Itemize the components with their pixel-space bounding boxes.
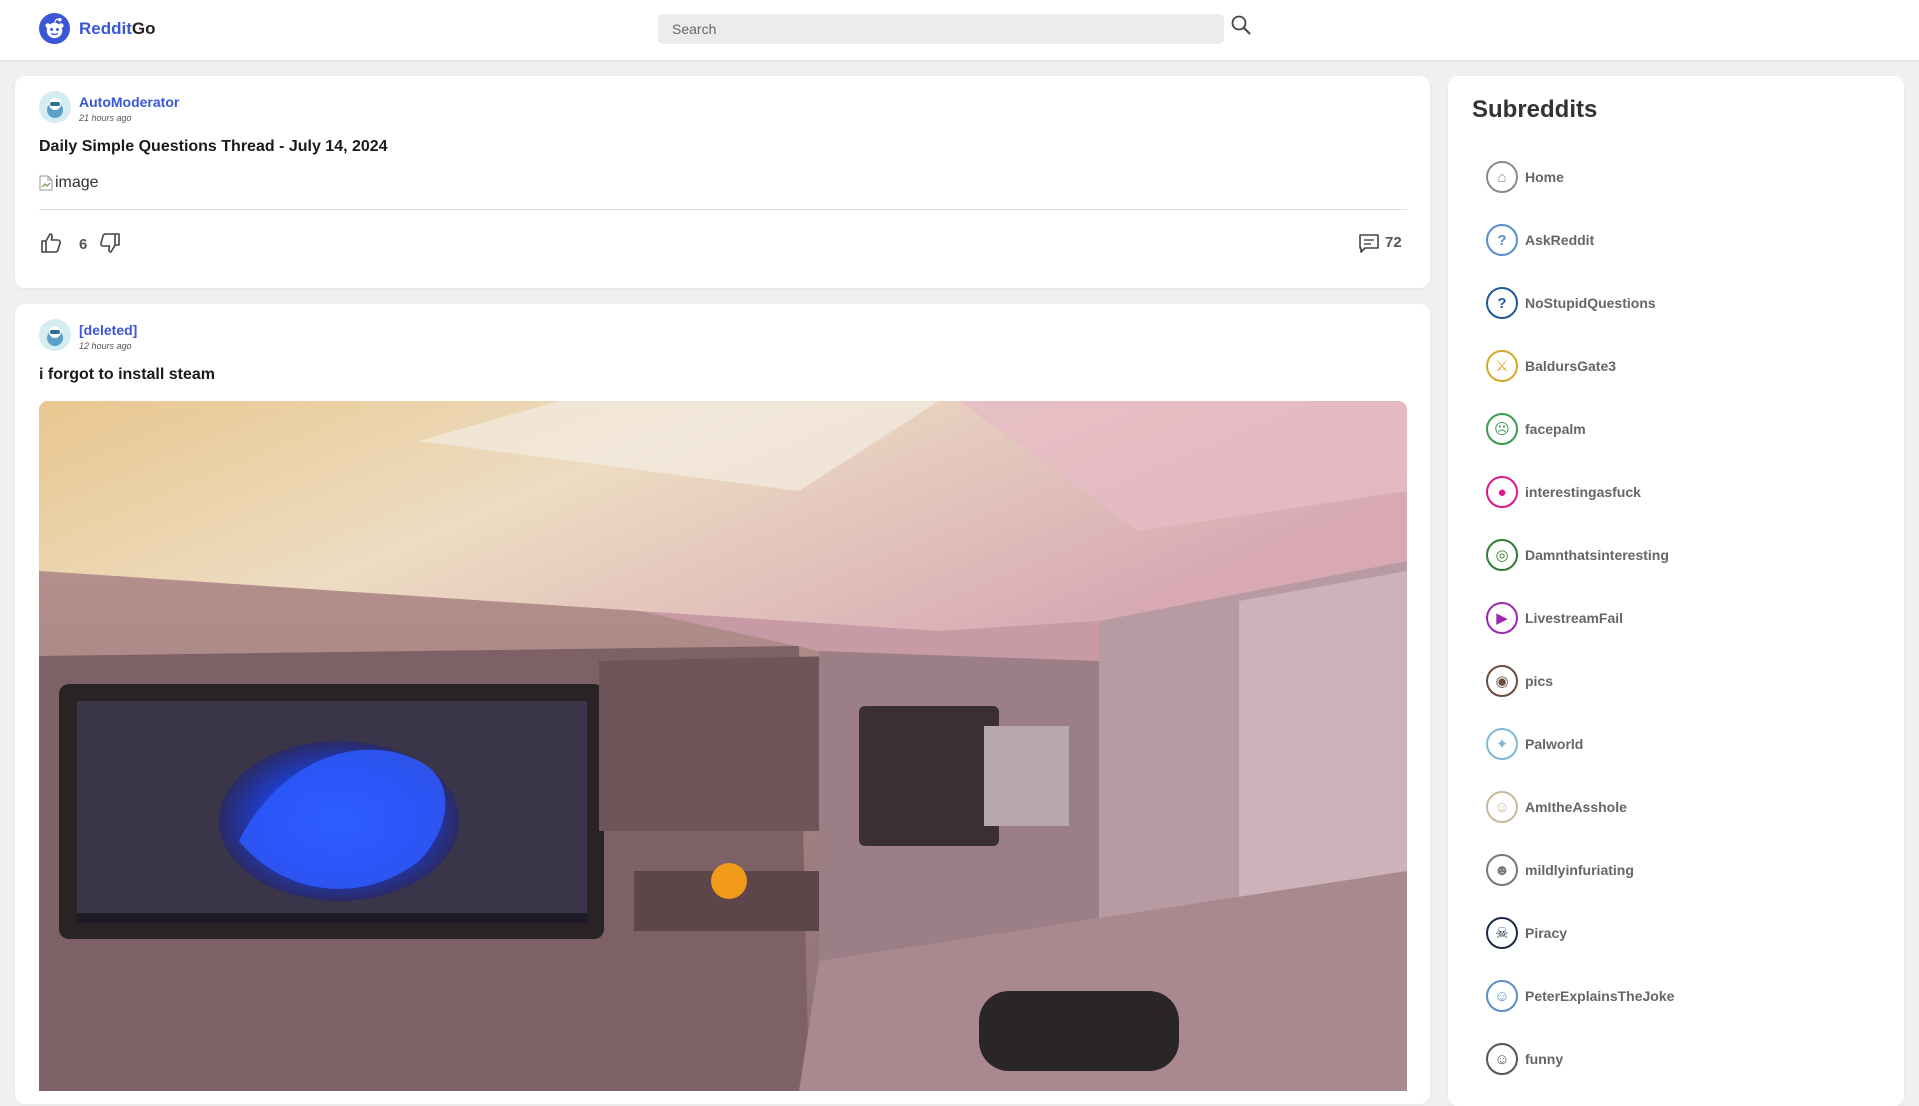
sidebar-item-label: BaldursGate3 [1525,358,1617,374]
image-alt-text: image [55,174,99,191]
sidebar-item-interestingasfuck[interactable]: ● interestingasfuck [1486,476,1641,508]
sidebar-item-facepalm[interactable]: ☹ facepalm [1486,413,1586,445]
sidebar-item-funny[interactable]: ☺ funny [1486,1043,1563,1075]
top-bar: RedditGo [0,0,1919,60]
comment-count: 72 [1385,234,1402,251]
funny-icon: ☺ [1486,1043,1518,1075]
sidebar-item-nostupidquestions[interactable]: ? NoStupidQuestions [1486,287,1656,319]
sidebar-item-label: facepalm [1525,421,1586,437]
sidebar-item-livestreamfail[interactable]: ▶ LivestreamFail [1486,602,1623,634]
post-timestamp: 12 hours ago [79,341,132,351]
sidebar-item-label: NoStupidQuestions [1525,295,1656,311]
pics-icon: ◉ [1486,665,1518,697]
sidebar-item-label: mildlyinfuriating [1525,862,1634,878]
subreddits-sidebar: Subreddits ⌂ Home? AskReddit? NoStupidQuest… [1448,76,1904,1106]
post-title[interactable]: Daily Simple Questions Thread - July 14,… [39,138,388,156]
palworld-icon: ✦ [1486,728,1518,760]
reddit-alien-icon [39,13,70,44]
sidebar-item-pics[interactable]: ◉ pics [1486,665,1553,697]
sidebar-item-label: funny [1525,1051,1564,1067]
spiral-icon: ◎ [1486,539,1518,571]
sidebar-item-damnthatsinteresting[interactable]: ◎ Damnthatsinteresting [1486,539,1669,571]
upvote-thumb-icon[interactable] [39,231,63,255]
sidebar-item-label: LivestreamFail [1525,610,1624,626]
home-icon: ⌂ [1486,161,1518,193]
interestingasfuck-icon: ● [1486,476,1518,508]
question-mark-icon: ? [1486,287,1518,319]
search-input[interactable] [658,14,1224,44]
sidebar-item-askreddit[interactable]: ? AskReddit [1486,224,1594,256]
post-card: [deleted] 12 hours ago i forgot to insta… [15,304,1430,1104]
sidebar-item-home[interactable]: ⌂ Home [1486,161,1564,193]
logo-text: RedditGo [79,19,156,39]
sidebar-item-label: AmItheAsshole [1525,799,1627,815]
post-image-placeholder: image [39,174,99,192]
sidebar-item-label: interestingasfuck [1525,484,1641,500]
sidebar-item-label: Piracy [1525,925,1568,941]
broken-image-icon [39,175,53,191]
facepalm-icon: ☹ [1486,413,1518,445]
avatar[interactable] [39,91,71,123]
post-card: AutoModerator 21 hours ago Daily Simple … [15,76,1430,288]
post-author[interactable]: AutoModerator [79,94,179,110]
askreddit-icon: ? [1486,224,1518,256]
downvote-thumb-icon[interactable] [98,231,122,255]
sidebar-item-label: PeterExplainsTheJoke [1525,988,1675,1004]
sidebar-item-mildlyinfuriating[interactable]: ☻ mildlyinfuriating [1486,854,1634,886]
post-timestamp: 21 hours ago [79,113,132,123]
sidebar-item-label: Damnthatsinteresting [1525,547,1669,563]
sidebar-item-piracy[interactable]: ☠ Piracy [1486,917,1567,949]
amitheasshole-icon: ☺ [1486,791,1518,823]
comment-icon[interactable] [1357,231,1381,255]
post-author[interactable]: [deleted] [79,322,137,338]
livestreamfail-icon: ▶ [1486,602,1518,634]
divider [39,209,1407,210]
post-image[interactable] [39,401,1407,1091]
avatar[interactable] [39,319,71,351]
mildlyinfuriating-icon: ☻ [1486,854,1518,886]
sidebar-item-label: Palworld [1525,736,1584,752]
logo-text-go: Go [131,18,156,38]
sidebar-item-label: AskReddit [1525,232,1595,248]
skull-crossbones-icon: ☠ [1486,917,1518,949]
sidebar-item-amitheasshole[interactable]: ☺ AmItheAsshole [1486,791,1627,823]
sidebar-item-palworld[interactable]: ✦ Palworld [1486,728,1583,760]
sidebar-title: Subreddits [1472,96,1598,123]
baldursgate3-icon: ⚔ [1486,350,1518,382]
logo-text-reddit: Reddit [79,18,132,38]
logo[interactable]: RedditGo [39,13,156,44]
post-title[interactable]: i forgot to install steam [39,366,215,384]
search-icon[interactable] [1229,13,1253,37]
peterexplainsthejoke-icon: ☺ [1486,980,1518,1012]
vote-score: 6 [79,236,88,253]
sidebar-item-label: pics [1525,673,1554,689]
sidebar-item-label: Home [1525,169,1564,185]
sidebar-item-baldursgate3[interactable]: ⚔ BaldursGate3 [1486,350,1616,382]
sidebar-item-peterexplainsthejoke[interactable]: ☺ PeterExplainsTheJoke [1486,980,1674,1012]
